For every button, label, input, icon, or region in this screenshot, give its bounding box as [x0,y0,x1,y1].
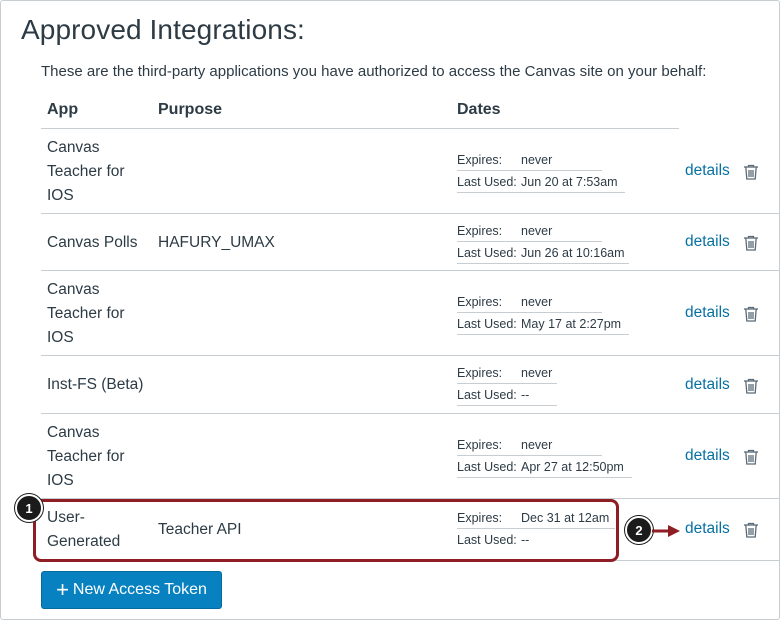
app-name: Canvas Teacher for IOS [47,281,125,346]
dates-cell: Expires: never Last Used: Jun 26 at 10:16a… [457,220,629,264]
last-used-value: May 17 at 2:27pm [521,316,622,331]
purpose-text: HAFURY_UMAX [158,234,275,251]
table-row: Canvas Teacher for IOS Expires: never Las… [41,271,779,356]
app-name: Canvas Polls [47,234,138,251]
details-link[interactable]: details [685,520,730,538]
app-name: Canvas Teacher for IOS [47,139,125,204]
header-purpose: Purpose [158,101,223,118]
last-used-value: Jun 20 at 7:53am [521,174,618,189]
trash-icon[interactable] [742,377,760,395]
last-used-value: -- [521,387,530,402]
trash-icon[interactable] [742,234,760,252]
last-used-value: Jun 26 at 10:16am [521,245,625,260]
trash-icon[interactable] [742,521,760,539]
table-row: Inst-FS (Beta) Expires: never Last Used: -… [41,356,779,414]
app-name: Inst-FS (Beta) [47,376,144,393]
table-row: Canvas Teacher for IOS Expires: never Las… [41,414,779,499]
plus-icon: + [56,577,69,602]
expires-label: Expires: [457,365,503,380]
details-link[interactable]: details [685,447,730,465]
header-dates: Dates [457,101,501,118]
expires-value: never [521,223,553,238]
details-link[interactable]: details [685,304,730,322]
expires-label: Expires: [457,437,503,452]
expires-value: never [521,294,553,309]
new-access-token-label: New Access Token [72,581,207,598]
details-link[interactable]: details [685,376,730,394]
page-title: Approved Integrations: [21,14,305,45]
dates-cell: Expires: never Last Used: -- [457,362,625,406]
callout-badge-2: 2 [625,516,653,544]
last-used-label: Last Used: [457,316,517,331]
details-link[interactable]: details [685,162,730,180]
header-app: App [47,101,79,118]
table-row: Canvas Teacher for IOS Expires: never Las… [41,129,779,214]
expires-label: Expires: [457,294,503,309]
details-link[interactable]: details [685,233,730,251]
last-used-label: Last Used: [457,387,517,402]
expires-label: Expires: [457,223,503,238]
trash-icon[interactable] [742,163,760,181]
last-used-value: Apr 27 at 12:50pm [521,459,624,474]
table-row: Canvas Polls HAFURY_UMAX Expires: never L… [41,214,779,271]
dates-cell: Expires: never Last Used: May 17 at 2:27pm [457,291,629,335]
integrations-table: App Purpose Dates Canvas Teacher for IOS… [41,91,779,561]
trash-icon[interactable] [742,305,760,323]
callout-arrow-icon [652,525,680,537]
expires-label: Expires: [457,152,503,167]
last-used-label: Last Used: [457,459,517,474]
callout-badge-1: 1 [15,494,43,522]
expires-value: never [521,365,553,380]
last-used-label: Last Used: [457,174,517,189]
dates-cell: Expires: never Last Used: Apr 27 at 12:50p… [457,434,632,478]
table-header: App Purpose Dates [41,91,679,129]
expires-value: never [521,152,553,167]
app-name: Canvas Teacher for IOS [47,424,125,489]
page-frame: Approved Integrations: These are the thi… [0,0,780,620]
dates-cell: Expires: never Last Used: Jun 20 at 7:53am [457,149,625,193]
trash-icon[interactable] [742,448,760,466]
new-access-token-button[interactable]: + New Access Token [41,571,222,609]
expires-value: never [521,437,553,452]
intro-text: These are the third-party applications y… [41,63,707,80]
last-used-label: Last Used: [457,245,517,260]
callout-highlight-box [33,499,619,562]
